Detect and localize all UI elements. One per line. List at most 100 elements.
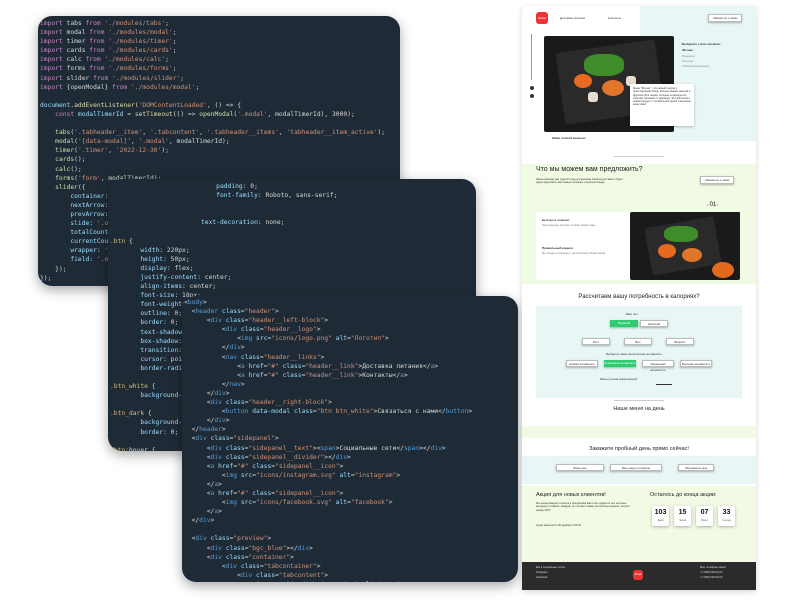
- offer-card: Быстро и полезно Наши курьеры доставят п…: [536, 212, 634, 280]
- right-text: Все блюда составлены с учётом вашего обр…: [542, 252, 606, 255]
- calc-result-line: [656, 384, 672, 385]
- calc-activity-low[interactable]: Низкая активность: [566, 360, 598, 367]
- code-line: align-items: center;: [140, 283, 217, 291]
- code-line: </div>: [184, 517, 215, 525]
- code-line: height: 50px;: [140, 255, 190, 263]
- code-line: cards();: [55, 156, 86, 164]
- code-line: </div>: [184, 389, 230, 397]
- footer-logo[interactable]: Food: [633, 570, 643, 580]
- code-line: <body>: [184, 299, 207, 306]
- promo-note: Акция закончится 30 декабря в 00:00: [536, 524, 581, 527]
- footer-phone-1[interactable]: +7 (999) 000-00-00: [700, 571, 722, 574]
- promo-title: Акция для новых клиентов!: [536, 492, 606, 498]
- calc-weight[interactable]: Вес: [624, 338, 652, 345]
- collage: import tabs from './modules/tabs'; import…: [0, 0, 800, 600]
- code-editor-html: <body> <header class="header"> <div clas…: [182, 296, 518, 582]
- calc-gender-male[interactable]: Мужской: [610, 320, 638, 327]
- calc-activity-title: Выберите вашу физическую активность: [606, 352, 662, 356]
- trial-name-input[interactable]: Ваше имя: [556, 464, 604, 471]
- calc-age[interactable]: Возраст: [666, 338, 694, 345]
- code-line: </nav>: [184, 380, 245, 388]
- code-line: <div class="container">: [184, 553, 294, 561]
- code-line: <div class="header__logo">: [184, 326, 321, 334]
- code-line: <button data-modal class="btn btn_white"…: [184, 408, 473, 416]
- footer-facebook-link[interactable]: Facebook: [536, 576, 547, 579]
- footer-instagram-link[interactable]: Instagram: [536, 571, 548, 574]
- code-line: modal('[data-modal]', '.modal', modalTim…: [55, 138, 230, 146]
- tagline: Живи полной жизнью!: [552, 136, 586, 140]
- code-line: justify-content: center;: [140, 273, 232, 281]
- timer-title: Осталось до конца акции:: [650, 492, 717, 498]
- footer-social-title: Мы в социальных сетях:: [536, 566, 566, 569]
- menu-title: Наше меню на день: [613, 406, 665, 412]
- fast-title: Быстро и полезно: [542, 218, 570, 222]
- calc-activity-high[interactable]: Высокая активность: [680, 360, 712, 367]
- code-line: <a href="#" class="header__link">Контакт…: [184, 371, 408, 379]
- footer-phone-2[interactable]: +7 (999) 000-00-00: [700, 576, 722, 579]
- offer-text: Наша команда уже трудится над улучшением…: [536, 178, 623, 185]
- code-line: <header class="header">: [184, 308, 279, 316]
- code-line: text-decoration: none;: [201, 219, 285, 227]
- code-line: calc();: [55, 165, 82, 173]
- facebook-icon[interactable]: [530, 94, 534, 98]
- code-line: document.addEventListener('DOMContentLoa…: [40, 101, 241, 109]
- code-line: <a href="#" class="sidepanel__icon">: [184, 462, 344, 470]
- code-line: <div class="preview">: [184, 535, 272, 543]
- tab-lent[interactable]: Постное: [682, 59, 694, 63]
- calc-gender-female[interactable]: Женский: [640, 320, 668, 327]
- code-line: import forms from './modules/forms';: [40, 65, 177, 73]
- nav-link-delivery[interactable]: Доставка питания: [560, 16, 585, 20]
- promo-text: Мы ценим каждого клиента и предлагаем ва…: [536, 502, 630, 512]
- code-line: </header>: [184, 426, 226, 434]
- code-line: tabs('.tabheader__item', '.tabcontent', …: [55, 129, 386, 137]
- tab-premium[interactable]: Премиум: [682, 54, 695, 58]
- tab-fitness[interactable]: Фитнес: [682, 48, 693, 52]
- trial-title: Закажите пробный день прямо сейчас!: [589, 446, 689, 452]
- trial-callback-button[interactable]: Перезвонить мне: [678, 464, 714, 471]
- code-line: <div class="header__left-block">: [184, 317, 329, 325]
- logo[interactable]: Food: [536, 12, 548, 24]
- sidepanel: [530, 34, 534, 104]
- code-line: <div class="sidepanel__divider"></div>: [184, 453, 351, 461]
- code-line: import slider from './modules/slider';: [40, 74, 185, 82]
- code-line: padding: 0;: [216, 183, 258, 190]
- code-line: <div class="sidepanel__text"><span>Социа…: [184, 444, 446, 452]
- footer-phones-title: Мои телефоны связи:: [700, 566, 727, 569]
- tab-balanced[interactable]: Сбалансированное: [682, 64, 709, 68]
- tab-description: Меню "Фитнес" - это новый подход к приго…: [633, 87, 691, 107]
- code-line: </div>: [184, 417, 230, 425]
- slider-counter: < 01 /: [707, 202, 718, 208]
- tab-description-card: Меню "Фитнес" - это новый подход к приго…: [630, 84, 694, 126]
- offer-slide-image: [630, 212, 740, 280]
- code-line: </a>: [184, 508, 222, 516]
- contact-button[interactable]: Связаться с нами: [708, 14, 742, 22]
- calc-height[interactable]: Рост: [582, 338, 610, 345]
- code-line: <img src="icons/instagram.svg" alt="inst…: [184, 471, 401, 479]
- offer-title: Что мы можем вам предложить?: [536, 166, 643, 173]
- calc-activity-medium[interactable]: Умеренная активность: [642, 360, 674, 372]
- timer-hours: 15 Часов: [674, 506, 691, 526]
- code-line: import {openModal} from './modules/modal…: [40, 83, 200, 91]
- calc-result-label: Ваша суточная норма калорий:: [600, 378, 638, 381]
- divider: [614, 400, 664, 401]
- footer: Мы в социальных сетях: Instagram Faceboo…: [522, 562, 756, 590]
- code-line: font-family: Roboto, sans-serif;: [216, 192, 338, 200]
- divider: [614, 156, 664, 157]
- trial-phone-input[interactable]: Ваш номер телефона: [610, 464, 662, 471]
- code-line: <div class="tabcontainer">: [184, 562, 321, 570]
- tabs-title: Выберите стиль питания:: [682, 42, 721, 46]
- calc-activity-small[interactable]: Невысокая активность: [604, 360, 636, 367]
- nav-link-contacts[interactable]: Контакты: [608, 16, 621, 20]
- code-line: </div>: [184, 344, 245, 352]
- code-line: import calc from './modules/calc';: [40, 56, 169, 64]
- calc-title: Рассчитаем вашу потребность в калориях?: [578, 294, 700, 300]
- instagram-icon[interactable]: [530, 86, 534, 90]
- fast-text: Наши курьеры доставят питание прямо к ва…: [542, 224, 596, 227]
- timer-days: 103 Дней: [652, 506, 669, 526]
- code-line: <nav class="header__links">: [184, 353, 325, 361]
- code-line: import modal from './modules/modal';: [40, 29, 177, 37]
- offer-contact-button[interactable]: Связаться с нами: [700, 176, 734, 184]
